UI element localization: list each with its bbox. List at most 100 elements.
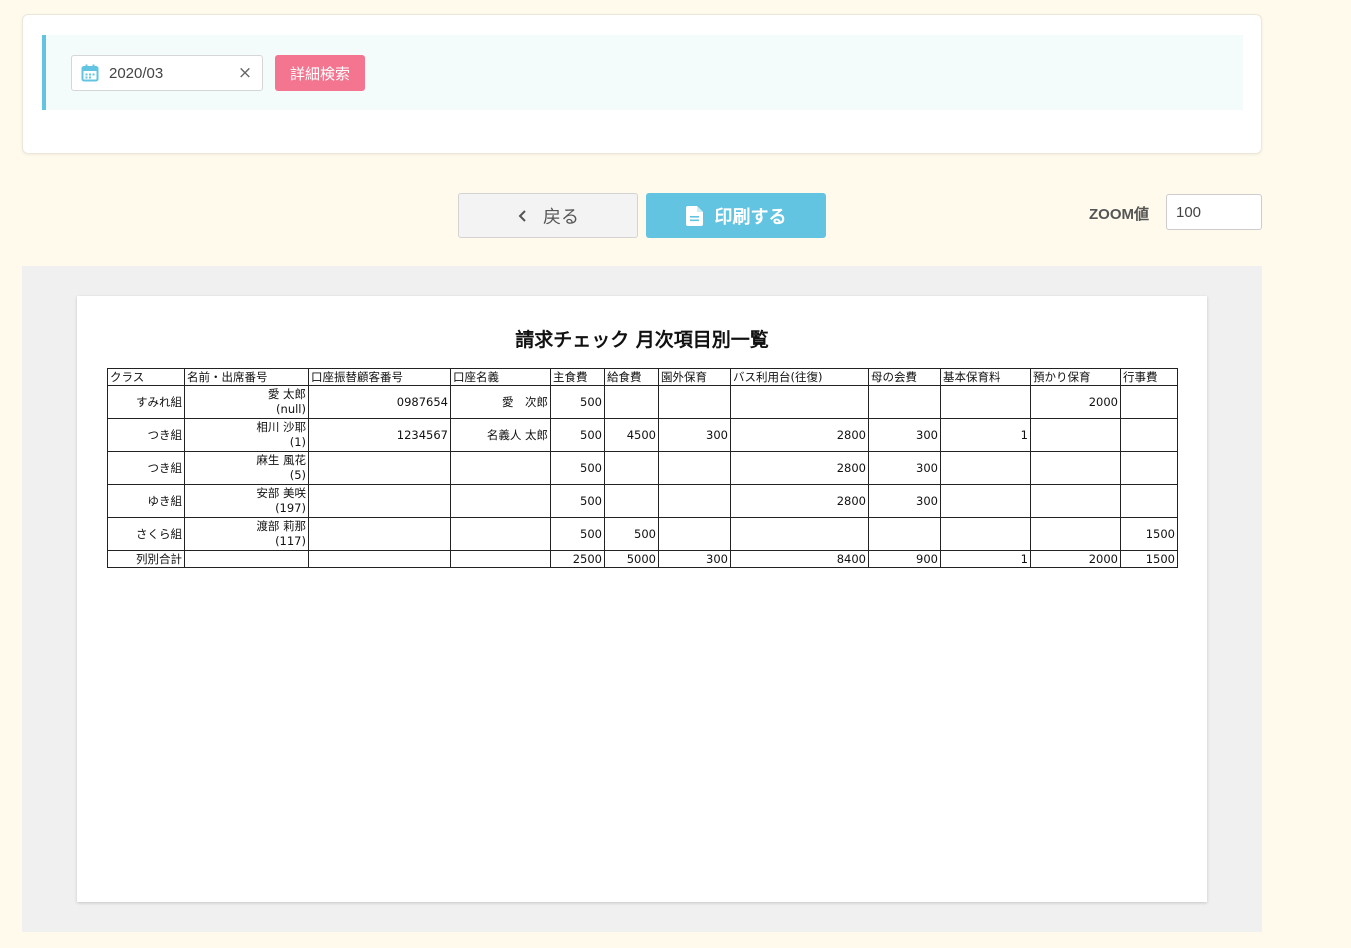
table-row: つき組 相川 沙耶 (1) 1234567 名義人 太郎 500 4500 300…	[107, 418, 1178, 452]
calendar-icon	[81, 64, 99, 82]
value-cell: 1500	[1120, 517, 1178, 551]
search-bar: 2020/03 × 詳細検索	[42, 35, 1243, 110]
account-name-cell: 愛 次郎	[450, 385, 551, 419]
attendance-number: (1)	[289, 435, 306, 449]
attendance-number: (117)	[275, 534, 306, 548]
column-header: 行事費	[1120, 368, 1178, 386]
value-cell	[1030, 418, 1121, 452]
class-cell: ゆき組	[107, 484, 185, 518]
column-header: クラス	[107, 368, 185, 386]
report-sheet: 請求チェック 月次項目別一覧 クラス 名前・出席番号 口座振替顧客番号 口座名義…	[77, 296, 1207, 902]
column-header: 主食費	[550, 368, 605, 386]
value-cell: 300	[868, 451, 941, 485]
total-row: 列別合計 2500 5000 300 8400 900 1 2000 1500	[107, 550, 1178, 568]
zoom-input[interactable]	[1166, 194, 1262, 230]
class-cell: つき組	[107, 418, 185, 452]
value-cell	[730, 385, 869, 419]
column-header: 口座名義	[450, 368, 551, 386]
attendance-number: (5)	[289, 468, 306, 482]
value-cell	[1030, 484, 1121, 518]
column-header: 名前・出席番号	[184, 368, 309, 386]
value-cell	[604, 385, 659, 419]
value-cell: 1	[940, 418, 1031, 452]
value-cell: 2000	[1030, 385, 1121, 419]
class-cell: さくら組	[107, 517, 185, 551]
value-cell: 500	[550, 418, 605, 452]
table-row: すみれ組 愛 太郎 (null) 0987654 愛 次郎 500 2000	[107, 385, 1178, 419]
value-cell: 4500	[604, 418, 659, 452]
name-cell: 相川 沙耶 (1)	[184, 418, 309, 452]
value-cell	[1120, 451, 1178, 485]
clear-date-button[interactable]: ×	[236, 63, 254, 83]
value-cell: 2800	[730, 451, 869, 485]
back-button[interactable]: 戻る	[458, 193, 638, 238]
student-name: 安部 美咲	[256, 486, 306, 500]
value-cell	[940, 451, 1031, 485]
account-name-cell	[450, 451, 551, 485]
attendance-number: (null)	[276, 402, 306, 416]
value-cell: 500	[550, 517, 605, 551]
account-number-cell: 1234567	[308, 418, 451, 452]
print-button-label: 印刷する	[714, 206, 787, 228]
value-cell: 500	[604, 517, 659, 551]
total-cell: 900	[868, 550, 941, 568]
value-cell	[658, 451, 731, 485]
value-cell	[1030, 517, 1121, 551]
name-cell: 麻生 風花 (5)	[184, 451, 309, 485]
value-cell	[1030, 451, 1121, 485]
value-cell	[1120, 484, 1178, 518]
class-cell: つき組	[107, 451, 185, 485]
table-row: ゆき組 安部 美咲 (197) 500 2800 300	[107, 484, 1178, 518]
student-name: 相川 沙耶	[256, 420, 306, 434]
empty-cell	[450, 550, 551, 568]
student-name: 渡部 莉那	[256, 519, 306, 533]
column-header: 園外保育	[658, 368, 731, 386]
value-cell: 500	[550, 484, 605, 518]
total-cell: 1500	[1120, 550, 1178, 568]
value-cell: 2800	[730, 418, 869, 452]
value-cell: 300	[868, 484, 941, 518]
value-cell	[1120, 385, 1178, 419]
class-cell: すみれ組	[107, 385, 185, 419]
total-cell: 5000	[604, 550, 659, 568]
value-cell: 300	[658, 418, 731, 452]
detail-search-button[interactable]: 詳細検索	[275, 55, 365, 91]
student-name: 麻生 風花	[256, 453, 306, 467]
empty-cell	[184, 550, 309, 568]
account-number-cell	[308, 484, 451, 518]
value-cell: 500	[550, 385, 605, 419]
column-header: 預かり保育	[1030, 368, 1121, 386]
total-cell: 1	[940, 550, 1031, 568]
value-cell	[658, 517, 731, 551]
total-cell: 2500	[550, 550, 605, 568]
search-card: 2020/03 × 詳細検索	[22, 14, 1262, 154]
account-number-cell	[308, 517, 451, 551]
value-cell	[868, 385, 941, 419]
value-cell	[868, 517, 941, 551]
table-row: さくら組 渡部 莉那 (117) 500 500 1500	[107, 517, 1178, 551]
account-name-cell	[450, 517, 551, 551]
account-name-cell: 名義人 太郎	[450, 418, 551, 452]
value-cell	[940, 517, 1031, 551]
name-cell: 愛 太郎 (null)	[184, 385, 309, 419]
back-button-label: 戻る	[543, 206, 579, 228]
column-header: 基本保育料	[940, 368, 1031, 386]
total-cell: 2000	[1030, 550, 1121, 568]
print-button[interactable]: 印刷する	[646, 193, 826, 238]
value-cell	[940, 385, 1031, 419]
total-label-cell: 列別合計	[107, 550, 185, 568]
zoom-label: ZOOM値	[1089, 206, 1149, 223]
table-header-row: クラス 名前・出席番号 口座振替顧客番号 口座名義 主食費 給食費 園外保育 バ…	[107, 368, 1178, 386]
month-picker-field[interactable]: 2020/03 ×	[71, 55, 263, 91]
attendance-number: (197)	[275, 501, 306, 515]
student-name: 愛 太郎	[267, 387, 306, 401]
account-number-cell: 0987654	[308, 385, 451, 419]
value-cell	[604, 451, 659, 485]
column-header: バス利用台(往復)	[730, 368, 869, 386]
account-name-cell	[450, 484, 551, 518]
empty-cell	[308, 550, 451, 568]
table-row: つき組 麻生 風花 (5) 500 2800 300	[107, 451, 1178, 485]
value-cell	[730, 517, 869, 551]
column-header: 口座振替顧客番号	[308, 368, 451, 386]
document-icon	[685, 205, 703, 226]
